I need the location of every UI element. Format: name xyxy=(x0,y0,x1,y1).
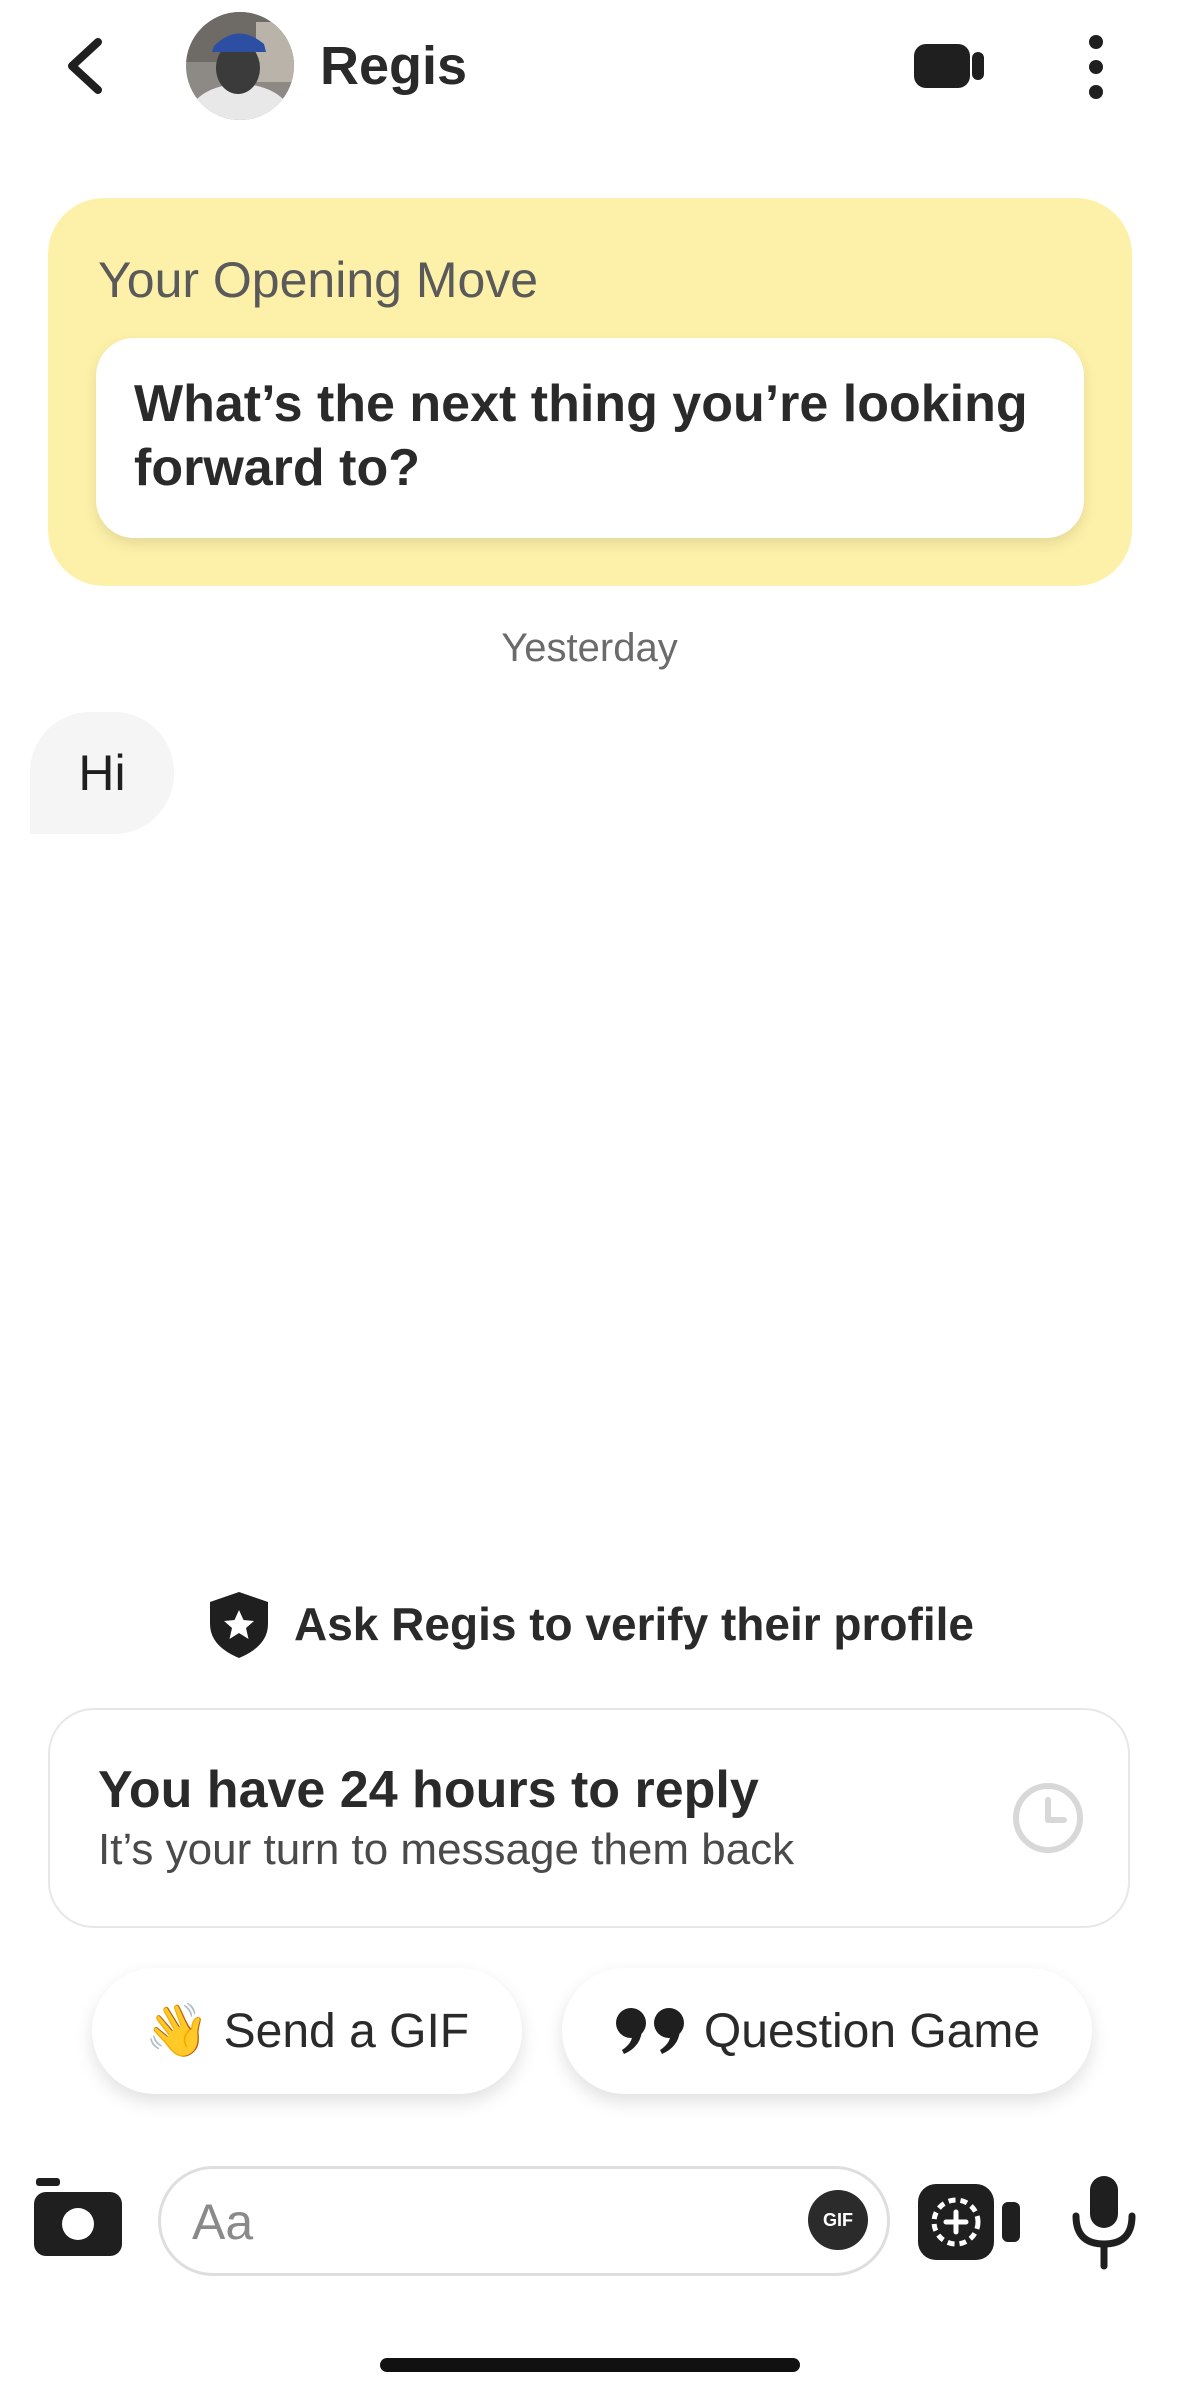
shield-star-icon xyxy=(206,1588,272,1660)
waving-hand-icon: 👋 xyxy=(144,2002,210,2060)
more-vertical-icon xyxy=(1089,35,1103,99)
back-button[interactable] xyxy=(58,34,114,98)
microphone-icon xyxy=(1072,2176,1136,2270)
video-call-button[interactable] xyxy=(910,36,990,96)
more-options-button[interactable] xyxy=(1078,32,1114,102)
gif-button[interactable]: GIF xyxy=(808,2190,868,2250)
opening-move-question: What’s the next thing you’re looking for… xyxy=(134,375,1028,497)
message-text: Hi xyxy=(78,745,126,801)
message-input[interactable] xyxy=(158,2166,890,2276)
question-game-label: Question Game xyxy=(703,2004,1041,2058)
video-note-button[interactable] xyxy=(916,2180,1026,2264)
camera-button[interactable] xyxy=(30,2178,126,2260)
message-input-placeholder: Aa xyxy=(192,2194,254,2250)
date-separator: Yesterday xyxy=(501,626,678,670)
verify-profile-link[interactable]: Ask Regis to verify their profile xyxy=(294,1594,974,1654)
chevron-left-icon xyxy=(68,38,102,94)
send-gif-label: Send a GIF xyxy=(223,2004,470,2058)
video-camera-icon xyxy=(914,44,984,88)
microphone-button[interactable] xyxy=(1066,2172,1142,2272)
camera-icon xyxy=(34,2178,122,2256)
reply-timer-subtitle: It’s your turn to message them back xyxy=(98,1825,795,1874)
avatar[interactable] xyxy=(186,12,294,120)
opening-move-title: Your Opening Move xyxy=(98,252,539,308)
question-game-chip[interactable]: Question Game xyxy=(562,1968,1092,2094)
reply-timer-title: You have 24 hours to reply xyxy=(98,1761,759,1819)
clock-icon xyxy=(1010,1780,1086,1856)
home-indicator[interactable] xyxy=(380,2358,800,2372)
quote-icon xyxy=(615,2008,684,2054)
contact-name[interactable]: Regis xyxy=(320,34,467,98)
send-gif-chip[interactable]: 👋 Send a GIF xyxy=(92,1968,522,2094)
video-note-icon xyxy=(918,2184,1020,2260)
